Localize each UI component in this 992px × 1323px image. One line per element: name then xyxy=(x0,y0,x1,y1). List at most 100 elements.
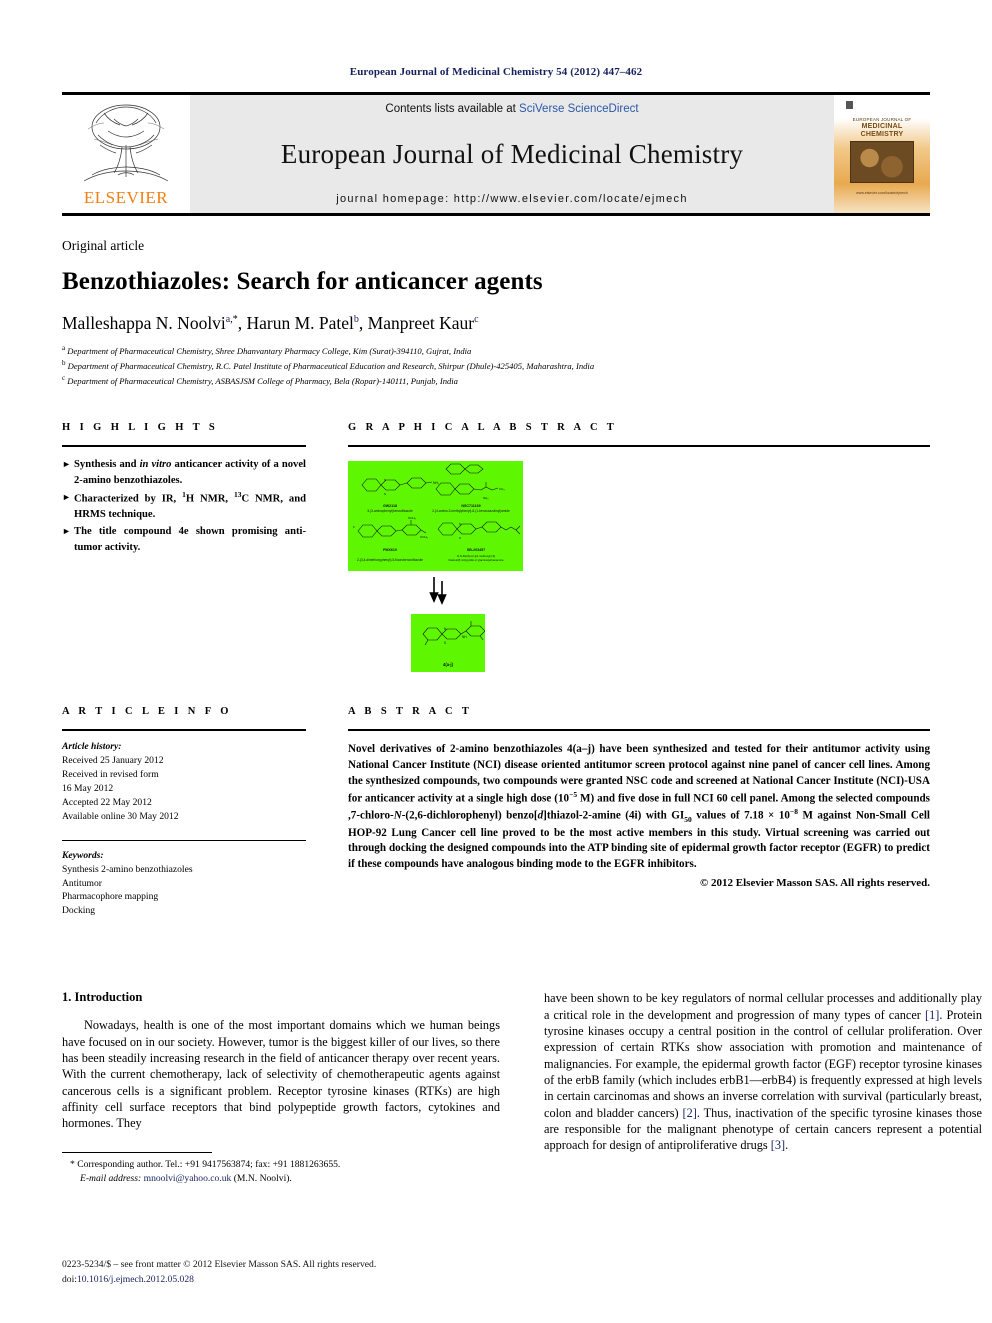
page-title: Benzothiazoles: Search for anticancer ag… xyxy=(62,268,543,295)
highlight-text: The title compound 4e shown promising an… xyxy=(74,526,306,553)
article-type-kicker: Original article xyxy=(62,238,145,253)
highlights-column: H I G H L I G H T S ► Synthesis and in v… xyxy=(62,422,306,672)
doi-line: doi:10.1016/j.ejmech.2012.05.028 xyxy=(62,1273,376,1287)
body-right-column: have been shown to be key regulators of … xyxy=(544,990,982,1186)
svg-text:S: S xyxy=(459,536,461,540)
abstract-rule xyxy=(348,729,930,732)
list-item: ► Characterized by IR, 1H NMR, 13C NMR, … xyxy=(62,490,306,522)
article-history: Article history: Received 25 January 201… xyxy=(62,740,306,823)
graphical-abstract-top-box: NH₂ S N CH₃ NH₂ OCH₃ OCH₃ F S N GW2118 3… xyxy=(348,461,523,572)
affiliation-b: b Department of Pharmaceutical Chemistry… xyxy=(62,358,595,371)
cover-artwork xyxy=(850,141,914,183)
cover-logo-square xyxy=(846,101,853,109)
cover-footer-url: www.elsevier.com/locate/ejmech xyxy=(856,191,908,195)
triangle-right-icon: ► xyxy=(62,491,71,502)
history-item: Received 25 January 2012 xyxy=(62,755,164,767)
section-heading-introduction: 1. Introduction xyxy=(62,990,143,1005)
svg-text:S: S xyxy=(384,492,386,496)
svg-text:N: N xyxy=(459,522,461,526)
doi-value[interactable]: 10.1016/j.ejmech.2012.05.028 xyxy=(77,1274,194,1285)
history-item: Accepted 22 May 2012 xyxy=(62,796,152,808)
copyright-line: © 2012 Elsevier Masson SAS. All rights r… xyxy=(700,876,930,889)
paper-page: European Journal of Medicinal Chemistry … xyxy=(0,0,992,1323)
running-head: European Journal of Medicinal Chemistry … xyxy=(349,66,643,78)
author-2: Harun M. Patelb xyxy=(246,312,359,333)
contents-prefix: Contents lists available at xyxy=(385,103,520,115)
email-link[interactable]: mnoolvi@yahoo.co.uk xyxy=(144,1173,232,1184)
affiliation-list: a Department of Pharmaceutical Chemistry… xyxy=(62,343,930,389)
issn-copyright-line: 0223-5234/$ – see front matter © 2012 El… xyxy=(62,1259,377,1271)
mol-code-3: PMX610 xyxy=(383,548,397,552)
contents-available-line: Contents lists available at SciVerse Sci… xyxy=(385,103,638,115)
graphical-abstract-column: G R A P H I C A L A B S T R A C T NH₂ S … xyxy=(306,422,930,673)
author-3: Manpreet Kaurc xyxy=(367,312,479,333)
graphical-abstract-heading: G R A P H I C A L A B S T R A C T xyxy=(348,422,618,434)
svg-text:OCH₃: OCH₃ xyxy=(408,516,417,520)
abstract-column: A B S T R A C T Novel derivatives of 2-a… xyxy=(306,706,930,918)
graphical-abstract-bottom-box: S N NH 4(a-j) xyxy=(411,614,486,673)
history-item: 16 May 2012 xyxy=(62,782,114,794)
journal-cover-thumbnail: EUROPEAN JOURNAL OF MEDICINAL CHEMISTRY … xyxy=(834,95,930,213)
triangle-right-icon: ► xyxy=(62,459,71,470)
reference-compounds-structures: NH₂ S N CH₃ NH₂ OCH₃ OCH₃ F S N GW2118 3… xyxy=(353,463,521,562)
body-columns: 1. Introduction Nowadays, health is one … xyxy=(62,990,982,1186)
highlights-heading: H I G H L I G H T S xyxy=(62,422,219,434)
highlights-graphical-row: H I G H L I G H T S ► Synthesis and in v… xyxy=(62,422,930,673)
journal-title: European Journal of Medicinal Chemistry xyxy=(280,138,744,169)
author-1: Malleshappa N. Noolvia,* xyxy=(62,312,238,333)
article-history-label: Article history: xyxy=(62,741,122,753)
mol-code-4: SB-203457 xyxy=(467,548,485,552)
elsevier-tree-icon xyxy=(83,104,169,182)
corresponding-author-footnote: * Corresponding author. Tel.: +91 941756… xyxy=(62,1158,500,1187)
svg-text:NH₂: NH₂ xyxy=(433,481,440,485)
mol-caption-4b: thiazolo[5,4-b]pyridin-2-yl)amino]ethana… xyxy=(448,558,504,562)
keyword-item: Synthesis 2-amino benzothiazoles xyxy=(62,863,193,875)
history-item: Available online 30 May 2012 xyxy=(62,810,179,822)
svg-text:N: N xyxy=(444,627,447,631)
cover-line3: CHEMISTRY xyxy=(860,131,904,139)
abstract-text: Novel derivatives of 2-amino benzothiazo… xyxy=(348,743,930,870)
author-list: Malleshappa N. Noolvia,*, Harun M. Patel… xyxy=(62,312,479,333)
highlights-rule xyxy=(62,445,306,448)
corresponding-author-line: * Corresponding author. Tel.: +91 941756… xyxy=(70,1158,341,1170)
list-item: ► The title compound 4e shown promising … xyxy=(62,524,306,555)
body-left-column: 1. Introduction Nowadays, health is one … xyxy=(62,990,500,1186)
svg-text:F: F xyxy=(353,525,355,529)
paragraph: Nowadays, health is one of the most impo… xyxy=(62,1018,500,1131)
mol-code-2: NSC711169 xyxy=(461,504,480,508)
journal-band: Contents lists available at SciVerse Sci… xyxy=(190,95,834,213)
article-info-heading: A R T I C L E I N F O xyxy=(62,706,232,718)
highlights-list: ► Synthesis and in vitro anticancer acti… xyxy=(62,457,306,555)
cover-line2: MEDICINAL xyxy=(861,122,903,130)
keyword-item: Pharmacophore mapping xyxy=(62,891,159,903)
affiliation-a: a Department of Pharmaceutical Chemistry… xyxy=(62,343,472,356)
keyword-item: Antitumor xyxy=(62,877,102,889)
email-owner: (M.N. Noolvi). xyxy=(233,1173,292,1185)
history-item: Received in revised form xyxy=(62,769,159,781)
keywords-rule xyxy=(62,839,306,841)
sciencedirect-link[interactable]: SciVerse ScienceDirect xyxy=(519,103,639,115)
page-footer: 0223-5234/$ – see front matter © 2012 El… xyxy=(62,1258,376,1287)
mol-code-1: GW2118 xyxy=(383,504,397,508)
svg-text:CH₃: CH₃ xyxy=(499,487,505,491)
email-line: E-mail address: mnoolvi@yahoo.co.uk (M.N… xyxy=(70,1172,500,1186)
article-info-rule xyxy=(62,729,306,732)
article-info-column: A R T I C L E I N F O Article history: R… xyxy=(62,706,306,918)
journal-masthead: ELSEVIER Contents lists available at Sci… xyxy=(62,92,930,216)
abstract-heading: A B S T R A C T xyxy=(348,706,473,718)
journal-homepage[interactable]: journal homepage: http://www.elsevier.co… xyxy=(336,193,688,205)
svg-text:N: N xyxy=(384,478,386,482)
highlight-text: Characterized by IR, 1H NMR, 13C NMR, an… xyxy=(74,489,306,520)
mol-caption-2: 2-(4-amino-3-methylphenyl)-6-(1-benzoxaz… xyxy=(432,509,510,513)
email-label: E-mail address: xyxy=(80,1173,142,1185)
double-down-arrow-icon xyxy=(426,575,930,610)
affiliation-c: c Department of Pharmaceutical Chemistry… xyxy=(62,374,458,386)
articleinfo-abstract-row: A R T I C L E I N F O Article history: R… xyxy=(62,706,930,918)
target-compound-structure: S N NH 4(a-j) xyxy=(422,621,486,667)
graphical-abstract-rule xyxy=(348,445,930,448)
elsevier-wordmark: ELSEVIER xyxy=(83,188,169,207)
svg-text:NH₂: NH₂ xyxy=(483,496,489,500)
target-compound-code: 4(a-j) xyxy=(443,662,454,667)
doi-prefix: doi: xyxy=(62,1273,77,1285)
keywords-block: Keywords: Synthesis 2-amino benzothiazol… xyxy=(62,849,306,919)
